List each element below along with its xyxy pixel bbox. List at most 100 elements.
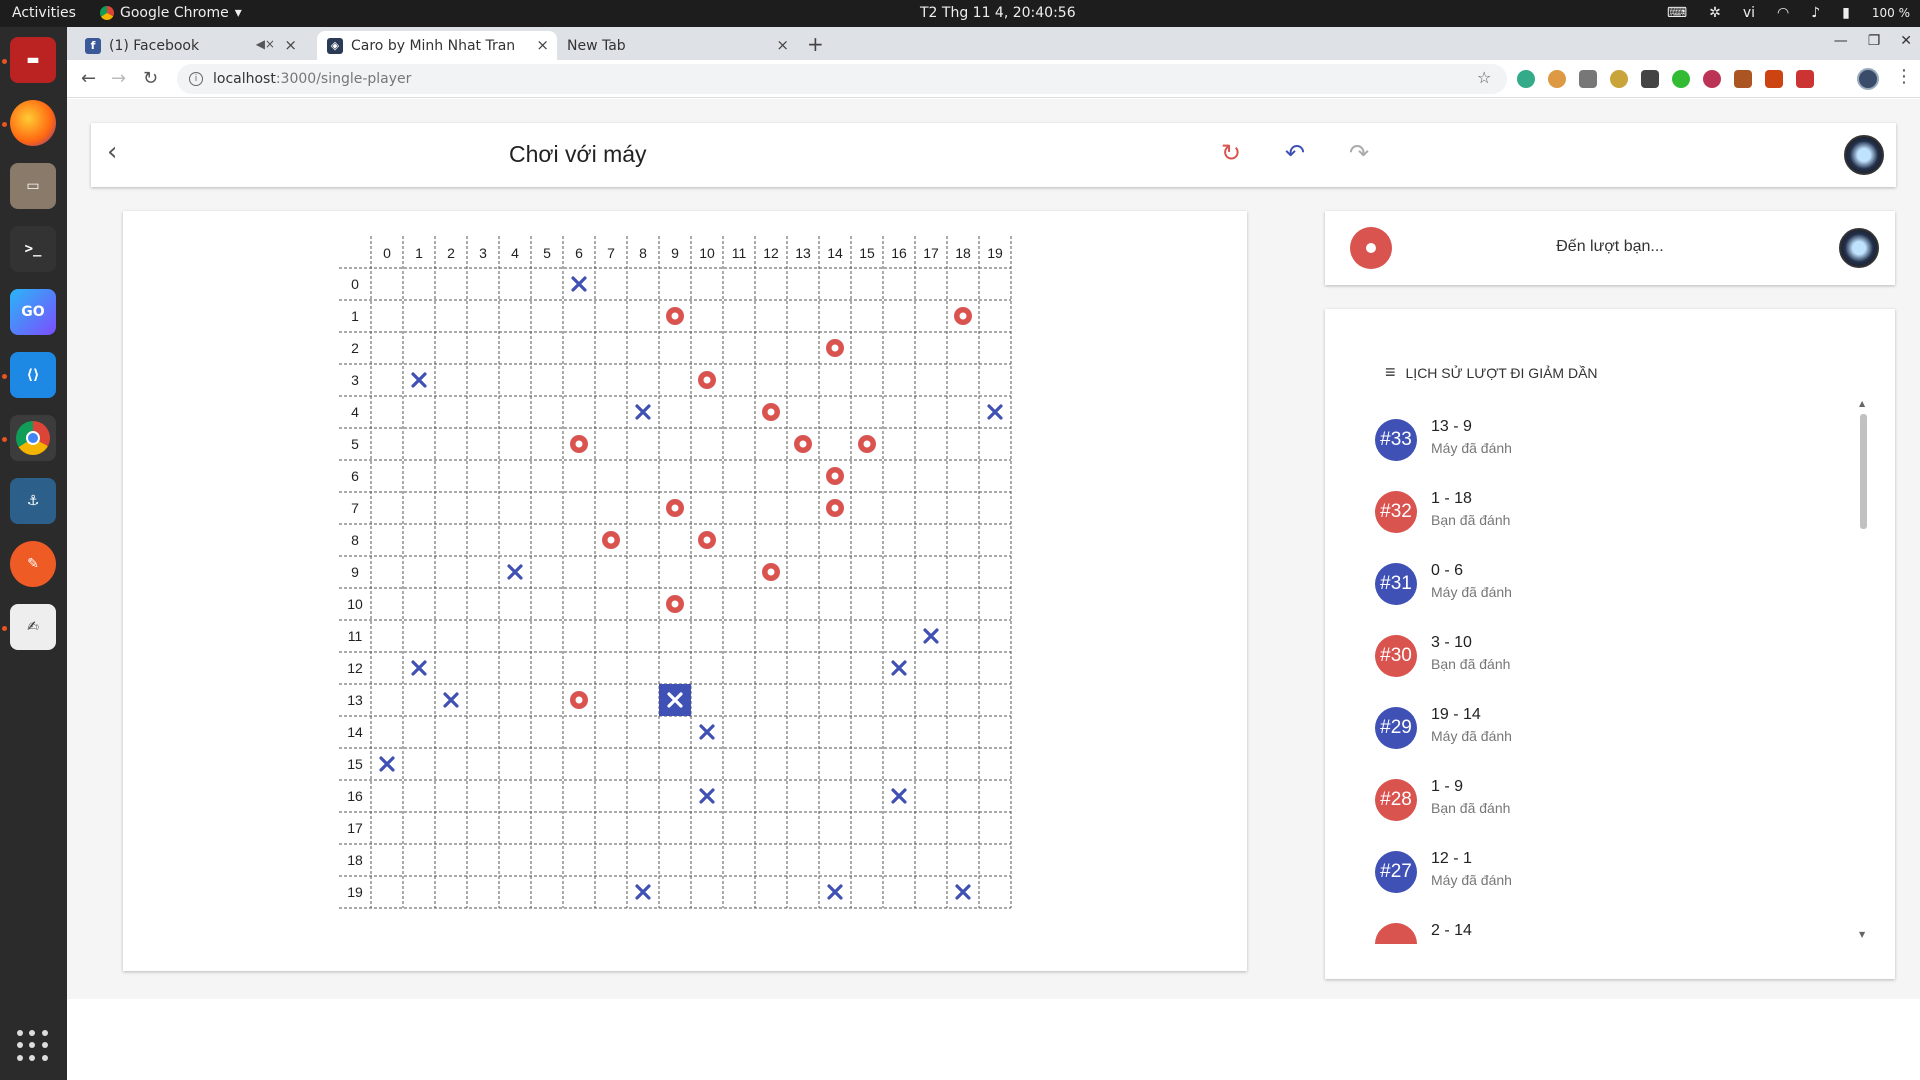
- board-cell[interactable]: [916, 845, 946, 875]
- board-cell[interactable]: [628, 589, 658, 619]
- back-chevron-icon[interactable]: ‹: [107, 137, 117, 167]
- tab-caro[interactable]: ◈ Caro by Minh Nhat Tran ×: [317, 31, 557, 60]
- board-cell[interactable]: [692, 461, 722, 491]
- board-cell[interactable]: [436, 749, 466, 779]
- history-item[interactable]: #31 0 - 6 Máy đã đánh: [1375, 553, 1845, 625]
- board-cell[interactable]: [724, 301, 754, 331]
- board-cell[interactable]: [372, 813, 402, 843]
- board-cell[interactable]: [788, 845, 818, 875]
- tab-facebook[interactable]: f (1) Facebook ◀× ×: [75, 31, 305, 60]
- terminal-red-app-icon[interactable]: ▬: [10, 37, 56, 83]
- board-cell[interactable]: [660, 461, 690, 491]
- board-cell[interactable]: [372, 461, 402, 491]
- board-cell[interactable]: [564, 845, 594, 875]
- board-cell[interactable]: [372, 781, 402, 811]
- board-cell[interactable]: [948, 621, 978, 651]
- board-cell[interactable]: [788, 589, 818, 619]
- board-cell[interactable]: [724, 365, 754, 395]
- board-cell[interactable]: [852, 877, 882, 907]
- board-cell[interactable]: [436, 397, 466, 427]
- board-cell[interactable]: [724, 813, 754, 843]
- history-header[interactable]: ≡ LỊCH SỬ LƯỢT ĐI GIẢM DẦN: [1385, 362, 1598, 383]
- board-cell[interactable]: [756, 269, 786, 299]
- undo-icon[interactable]: ↶: [1285, 139, 1305, 167]
- board-cell[interactable]: [372, 429, 402, 459]
- board-cell[interactable]: [724, 525, 754, 555]
- board-cell[interactable]: [852, 653, 882, 683]
- board-cell[interactable]: [436, 813, 466, 843]
- board-cell[interactable]: [596, 877, 626, 907]
- board-cell[interactable]: [692, 493, 722, 523]
- board-cell[interactable]: [372, 301, 402, 331]
- scrollbar-thumb[interactable]: [1860, 414, 1867, 529]
- board-cell[interactable]: [852, 749, 882, 779]
- board-cell[interactable]: [500, 781, 530, 811]
- board-cell[interactable]: [756, 589, 786, 619]
- board-cell[interactable]: [500, 653, 530, 683]
- board-cell[interactable]: [468, 461, 498, 491]
- board-cell[interactable]: [468, 845, 498, 875]
- board-cell[interactable]: [468, 781, 498, 811]
- board-cell[interactable]: [436, 653, 466, 683]
- board-cell[interactable]: [628, 525, 658, 555]
- board-cell[interactable]: [884, 845, 914, 875]
- board-cell[interactable]: [788, 621, 818, 651]
- board-cell[interactable]: [756, 525, 786, 555]
- board-cell[interactable]: [916, 333, 946, 363]
- board-cell[interactable]: [948, 429, 978, 459]
- reset-icon[interactable]: ↻: [1221, 139, 1241, 167]
- board-cell[interactable]: [500, 461, 530, 491]
- board-cell[interactable]: [788, 461, 818, 491]
- board-cell[interactable]: [852, 717, 882, 747]
- board-cell[interactable]: [948, 845, 978, 875]
- board-cell[interactable]: [404, 269, 434, 299]
- board-cell[interactable]: [436, 301, 466, 331]
- board-cell[interactable]: [404, 493, 434, 523]
- board-cell[interactable]: [628, 685, 658, 715]
- board-cell[interactable]: [692, 621, 722, 651]
- board-cell[interactable]: [564, 781, 594, 811]
- board-cell[interactable]: [468, 493, 498, 523]
- board-cell[interactable]: [980, 781, 1010, 811]
- board-cell[interactable]: [724, 781, 754, 811]
- board-cell[interactable]: [884, 397, 914, 427]
- board-cell[interactable]: [980, 749, 1010, 779]
- board-cell[interactable]: [404, 621, 434, 651]
- board-cell[interactable]: [884, 333, 914, 363]
- board-cell[interactable]: [820, 557, 850, 587]
- board-cell[interactable]: [980, 333, 1010, 363]
- board-cell[interactable]: [660, 845, 690, 875]
- bookmark-star-icon[interactable]: ☆: [1477, 68, 1491, 87]
- extension-icon[interactable]: [1734, 70, 1752, 88]
- board-cell[interactable]: [788, 685, 818, 715]
- board-cell[interactable]: [852, 589, 882, 619]
- board-cell[interactable]: [884, 685, 914, 715]
- board-cell[interactable]: [916, 589, 946, 619]
- postman-icon[interactable]: ✎: [10, 541, 56, 587]
- board-cell[interactable]: [532, 429, 562, 459]
- board-cell[interactable]: [820, 845, 850, 875]
- board-cell[interactable]: [468, 877, 498, 907]
- board-cell[interactable]: [500, 493, 530, 523]
- board-cell[interactable]: [372, 685, 402, 715]
- board-cell[interactable]: [788, 813, 818, 843]
- board-cell[interactable]: [852, 621, 882, 651]
- board-cell[interactable]: [596, 365, 626, 395]
- board-cell[interactable]: [596, 557, 626, 587]
- board-cell[interactable]: [436, 269, 466, 299]
- board-cell[interactable]: [692, 813, 722, 843]
- language-indicator[interactable]: vi: [1743, 5, 1755, 21]
- board-cell[interactable]: [500, 717, 530, 747]
- board-cell[interactable]: [628, 333, 658, 363]
- reload-icon[interactable]: ↻: [143, 68, 158, 89]
- board-cell[interactable]: [468, 333, 498, 363]
- board-cell[interactable]: [756, 781, 786, 811]
- board-cell[interactable]: [980, 621, 1010, 651]
- board-cell[interactable]: [724, 621, 754, 651]
- board-cell[interactable]: [884, 877, 914, 907]
- board-cell[interactable]: [500, 589, 530, 619]
- board-cell[interactable]: [468, 269, 498, 299]
- close-window-icon[interactable]: ✕: [1900, 33, 1912, 49]
- board-cell[interactable]: [596, 301, 626, 331]
- board-cell[interactable]: [468, 429, 498, 459]
